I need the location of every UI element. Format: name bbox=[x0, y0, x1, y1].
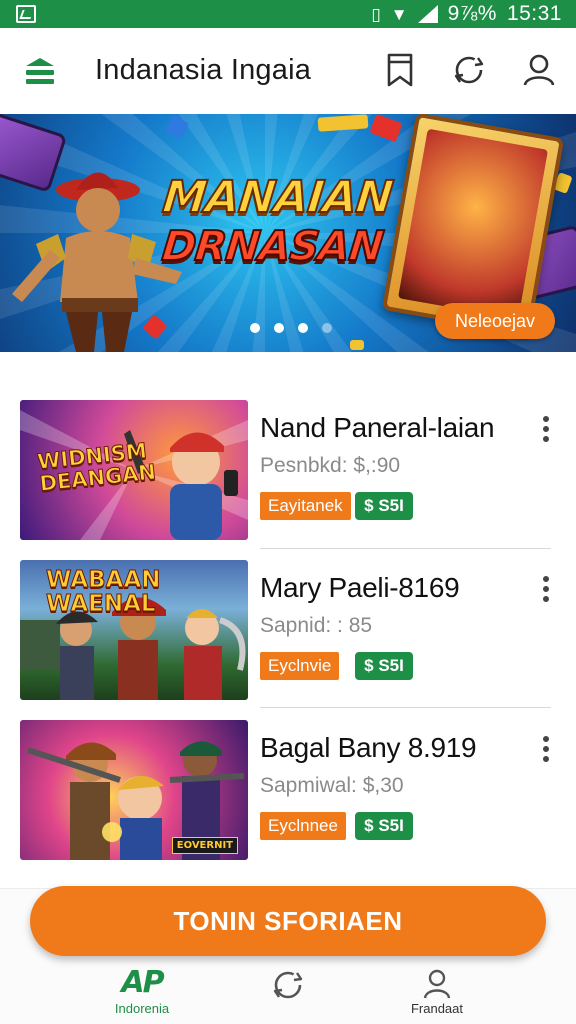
list-item[interactable]: WIDNISM DEANGAN Nand Paneral-laian Pesnb… bbox=[0, 400, 576, 542]
bookmark-icon[interactable] bbox=[383, 52, 417, 88]
person-icon bbox=[423, 969, 451, 999]
profile-icon[interactable] bbox=[522, 52, 556, 88]
menu-icon[interactable] bbox=[24, 56, 56, 86]
nav-label-profile: Frandaat bbox=[410, 1001, 464, 1016]
genre-tag[interactable]: Eyclnnee bbox=[260, 812, 346, 840]
carousel-dot[interactable] bbox=[298, 323, 308, 333]
clock: 15:31 bbox=[506, 2, 562, 25]
battery-level: 9⅞% bbox=[447, 2, 497, 25]
refresh-icon[interactable] bbox=[452, 52, 486, 88]
list-item[interactable]: WABAAN WAENAL Mary Paeli-8169 Sapnid: : … bbox=[0, 560, 576, 702]
genre-tag[interactable]: Eayitanek bbox=[260, 492, 351, 520]
vibrate-icon: ▯ bbox=[371, 4, 381, 24]
banner-action-button[interactable]: Neleoejav bbox=[435, 303, 555, 339]
app-logo-icon: AP bbox=[121, 965, 164, 1000]
nav-item-profile[interactable]: Frandaat bbox=[377, 966, 497, 1024]
image-notification-icon bbox=[16, 5, 36, 23]
cell-signal-icon bbox=[417, 5, 438, 23]
game-thumbnail[interactable]: WABAAN WAENAL bbox=[20, 560, 248, 700]
banner-headline-line2: DRNASAN bbox=[159, 221, 386, 271]
nav-item-home[interactable]: AP Indorenia bbox=[82, 966, 202, 1024]
divider bbox=[260, 707, 551, 708]
status-right: ▯ ▼ 9⅞% 15:31 bbox=[371, 2, 562, 26]
more-options-icon[interactable] bbox=[536, 574, 556, 604]
more-options-icon[interactable] bbox=[536, 734, 556, 764]
price-tag[interactable]: $ S5I bbox=[355, 652, 413, 680]
carousel-dot[interactable] bbox=[274, 323, 284, 333]
nav-label-home: Indorenia bbox=[114, 1001, 170, 1016]
game-price-line: Pesnbkd: $,:90 bbox=[260, 454, 401, 477]
status-bar: ▯ ▼ 9⅞% 15:31 bbox=[0, 0, 576, 28]
thumbnail-title: WABAAN WAENAL bbox=[46, 567, 162, 618]
carousel-dots bbox=[250, 323, 332, 333]
carousel-dot[interactable] bbox=[250, 323, 260, 333]
price-tag[interactable]: $ S5I bbox=[355, 812, 413, 840]
wifi-icon: ▼ bbox=[390, 4, 408, 24]
more-options-icon[interactable] bbox=[536, 414, 556, 444]
app-bar: Indanasia Ingaia bbox=[0, 28, 576, 114]
status-left bbox=[16, 5, 36, 23]
game-title: Bagal Bany 8.919 bbox=[260, 732, 477, 763]
divider bbox=[260, 548, 551, 549]
thumbnail-badge: EOVERNIT bbox=[171, 837, 238, 854]
game-title: Nand Paneral-laian bbox=[260, 412, 495, 443]
confetti bbox=[350, 340, 364, 350]
game-price-line: Sapnid: : 85 bbox=[260, 614, 373, 637]
carousel-dot[interactable] bbox=[322, 323, 332, 333]
banner-headline: MANAIAN DRNASAN bbox=[145, 171, 405, 271]
refresh-icon bbox=[273, 971, 303, 999]
app-screen: ▯ ▼ 9⅞% 15:31 Indanasia Ingaia MANAIAN D… bbox=[0, 0, 576, 1024]
nav-item-refresh[interactable] bbox=[228, 966, 348, 1024]
list-item[interactable]: EOVERNIT Bagal Bany 8.919 Sapmiwal: $,30… bbox=[0, 720, 576, 862]
banner-headline-line1: MANAIAN bbox=[159, 171, 395, 224]
genre-tag[interactable]: Eyclnvie bbox=[260, 652, 340, 680]
app-title: Indanasia Ingaia bbox=[95, 54, 312, 86]
game-title: Mary Paeli-8169 bbox=[260, 572, 460, 603]
bottom-nav: AP Indorenia Frandaat bbox=[0, 960, 576, 1024]
game-price-line: Sapmiwal: $,30 bbox=[260, 774, 404, 797]
game-thumbnail[interactable]: EOVERNIT bbox=[20, 720, 248, 860]
price-tag[interactable]: $ S5I bbox=[355, 492, 413, 520]
primary-cta-button[interactable]: TONIN SFORIAEN bbox=[30, 886, 546, 956]
game-thumbnail[interactable]: WIDNISM DEANGAN bbox=[20, 400, 248, 540]
